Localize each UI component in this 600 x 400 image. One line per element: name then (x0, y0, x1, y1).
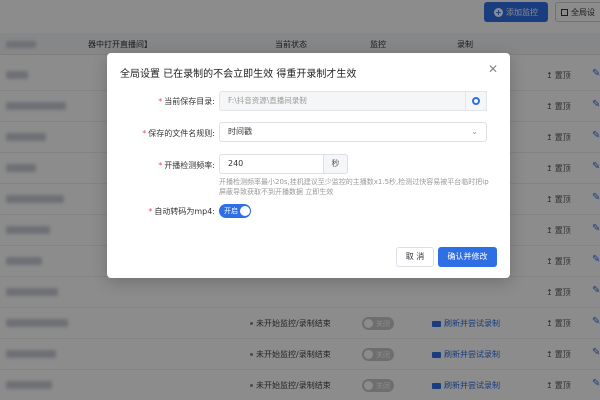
filename-rule-label-row: * 保存的文件名规则: (107, 128, 215, 139)
auto-convert-toggle[interactable]: 开启 (219, 204, 251, 218)
filename-rule-select[interactable]: 时间戳 ⌄ (219, 122, 487, 142)
check-freq-unit: 秒 (323, 154, 348, 174)
check-freq-input[interactable]: 240 (219, 154, 324, 174)
toggle-knob (240, 206, 250, 216)
auto-convert-label-row: * 自动转码为mp4: (107, 206, 215, 217)
dialog-title: 全局设置 已在录制的不会立即生效 得重开录制才生效 (120, 69, 357, 80)
chevron-down-icon: ⌄ (471, 127, 478, 136)
check-freq-hint: 开播检测频率最小20s,挂机建议至少监控的主播数x1.5秒,检测过快容易被平台临… (219, 178, 489, 196)
required-mark: * (158, 97, 163, 106)
filename-rule-label: 保存的文件名规则: (148, 129, 215, 138)
auto-convert-label: 自动转码为mp4: (154, 207, 215, 216)
check-freq-label-row: * 开播检测频率: (107, 160, 215, 171)
toggle-label: 开启 (224, 207, 238, 215)
check-freq-label: 开播检测频率: (164, 161, 215, 170)
required-mark: * (148, 207, 153, 216)
save-dir-pick-button[interactable] (465, 91, 487, 111)
save-dir-input[interactable]: F:\抖音资源\直播间录制 (219, 91, 487, 111)
required-mark: * (158, 161, 163, 170)
cancel-button[interactable]: 取 消 (396, 247, 434, 267)
gear-icon (472, 97, 480, 105)
confirm-button[interactable]: 确认并修改 (438, 247, 497, 267)
global-settings-dialog: 全局设置 已在录制的不会立即生效 得重开录制才生效 ✕ * 当前保存目录: F:\… (107, 53, 510, 278)
save-dir-label: 当前保存目录: (164, 97, 215, 106)
save-dir-label-row: * 当前保存目录: (107, 96, 215, 107)
close-icon[interactable]: ✕ (488, 62, 498, 76)
required-mark: * (142, 129, 147, 138)
filename-rule-value: 时间戳 (228, 127, 252, 136)
